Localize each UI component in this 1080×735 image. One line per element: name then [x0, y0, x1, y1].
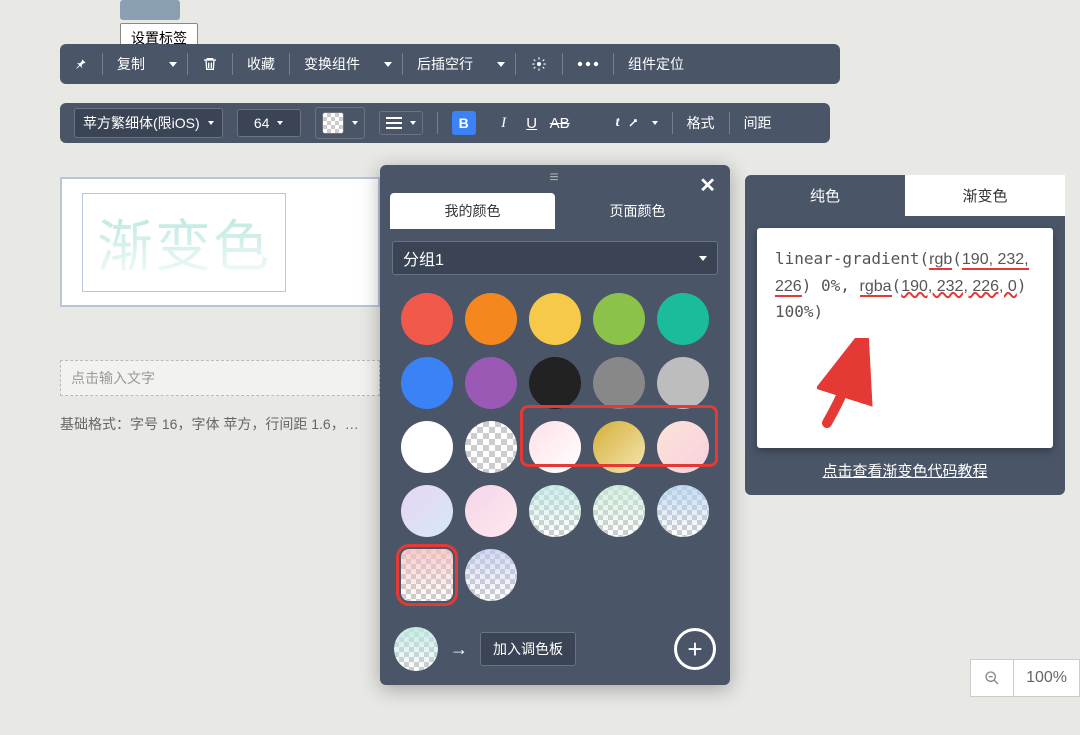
swatch-transparent[interactable]	[465, 421, 517, 473]
copy-dropdown[interactable]	[159, 44, 187, 84]
tutorial-link[interactable]: 点击查看渐变色代码教程	[745, 460, 1065, 481]
gradient-text: 渐变色	[97, 215, 271, 278]
swatch-solid-7[interactable]	[529, 357, 581, 409]
delete-button[interactable]	[188, 44, 232, 84]
swatch-grad-blue-fade[interactable]	[657, 485, 709, 537]
swatch-solid-6[interactable]	[465, 357, 517, 409]
swatch-grad-rose[interactable]	[465, 485, 517, 537]
bold-button[interactable]: B	[438, 103, 490, 143]
swatch-solid-1[interactable]	[465, 293, 517, 345]
swatch-grad-green-fade[interactable]	[593, 485, 645, 537]
tab-my-colors[interactable]: 我的颜色	[390, 193, 555, 229]
color-picker-panel: ≡ ✕ 我的颜色 页面颜色 分组1 → 加入调色板 +	[380, 165, 730, 685]
gradient-code-panel: 纯色 渐变色 linear-gradient(rgb(190, 232, 226…	[745, 175, 1065, 495]
drag-handle-icon[interactable]: ≡	[380, 165, 730, 187]
pin-icon[interactable]	[60, 44, 102, 84]
swatch-grad-peach[interactable]	[657, 421, 709, 473]
locate-button[interactable]: 组件定位	[614, 44, 698, 84]
tab-page-colors[interactable]: 页面颜色	[555, 193, 720, 229]
text-effect-button[interactable]: t	[602, 103, 672, 143]
insert-blank-dropdown[interactable]	[487, 44, 515, 84]
align-picker[interactable]	[379, 103, 437, 143]
add-color-button[interactable]: +	[674, 628, 716, 670]
transform-button[interactable]: 变换组件	[290, 44, 374, 84]
swatch-grad-teal-fade[interactable]	[529, 485, 581, 537]
swatch-grad-red-fade[interactable]	[401, 549, 453, 601]
tag-chip	[120, 0, 180, 20]
text-color-picker[interactable]	[315, 103, 379, 143]
spacing-button[interactable]: 间距	[730, 103, 786, 143]
text-component[interactable]: 渐变色	[60, 177, 380, 307]
arrow-right-icon: →	[450, 639, 468, 660]
collect-button[interactable]: 收藏	[233, 44, 289, 84]
copy-button[interactable]: 复制	[103, 44, 159, 84]
swatch-grad-indigo-fade[interactable]	[465, 549, 517, 601]
zoom-controls: 100%	[970, 659, 1080, 697]
swatch-grad-pink[interactable]	[529, 421, 581, 473]
zoom-out-button[interactable]	[970, 659, 1014, 697]
zoom-value[interactable]: 100%	[1014, 659, 1080, 697]
text-input-placeholder[interactable]: 点击输入文字	[60, 360, 380, 396]
swatch-white[interactable]	[401, 421, 453, 473]
swatch-solid-5[interactable]	[401, 357, 453, 409]
swatch-solid-9[interactable]	[657, 357, 709, 409]
strikethrough-button[interactable]: AB	[546, 103, 574, 143]
italic-button[interactable]: I	[490, 103, 518, 143]
close-icon[interactable]: ✕	[699, 173, 716, 198]
more-icon[interactable]	[563, 44, 613, 84]
font-size-input[interactable]: 64	[237, 103, 315, 143]
component-toolbar: 复制 收藏 变换组件 后插空行 组件定位	[60, 44, 840, 84]
add-palette-button[interactable]: 加入调色板	[480, 632, 576, 666]
format-meta: 基础格式：字号 16，字体 苹方，行间距 1.6，…	[60, 414, 359, 434]
swatch-grad-lilac[interactable]	[401, 485, 453, 537]
text-toolbar: 苹方繁细体(限iOS) 64 B I U AB t 格式 间距	[60, 103, 830, 143]
gradient-swatch-grid	[392, 421, 718, 601]
group-select[interactable]: 分组1	[392, 241, 718, 275]
underline-button[interactable]: U	[518, 103, 546, 143]
transform-dropdown[interactable]	[374, 44, 402, 84]
swatch-solid-0[interactable]	[401, 293, 453, 345]
tab-gradient-color[interactable]: 渐变色	[905, 175, 1065, 216]
swatch-grad-gold[interactable]	[593, 421, 645, 473]
clear-format-button[interactable]	[574, 103, 602, 143]
font-select[interactable]: 苹方繁细体(限iOS)	[60, 103, 237, 143]
swatch-solid-4[interactable]	[657, 293, 709, 345]
tab-solid-color[interactable]: 纯色	[745, 175, 905, 216]
annotation-arrow-icon	[817, 338, 887, 428]
current-color-preview	[394, 627, 438, 671]
swatch-solid-3[interactable]	[593, 293, 645, 345]
magic-icon[interactable]	[516, 44, 562, 84]
format-button[interactable]: 格式	[673, 103, 729, 143]
swatch-solid-8[interactable]	[593, 357, 645, 409]
gradient-code-text: linear-gradient(rgb(190, 232, 226) 0%, r…	[775, 246, 1035, 325]
insert-blank-button[interactable]: 后插空行	[403, 44, 487, 84]
swatch-solid-2[interactable]	[529, 293, 581, 345]
gradient-code-box[interactable]: linear-gradient(rgb(190, 232, 226) 0%, r…	[757, 228, 1053, 448]
